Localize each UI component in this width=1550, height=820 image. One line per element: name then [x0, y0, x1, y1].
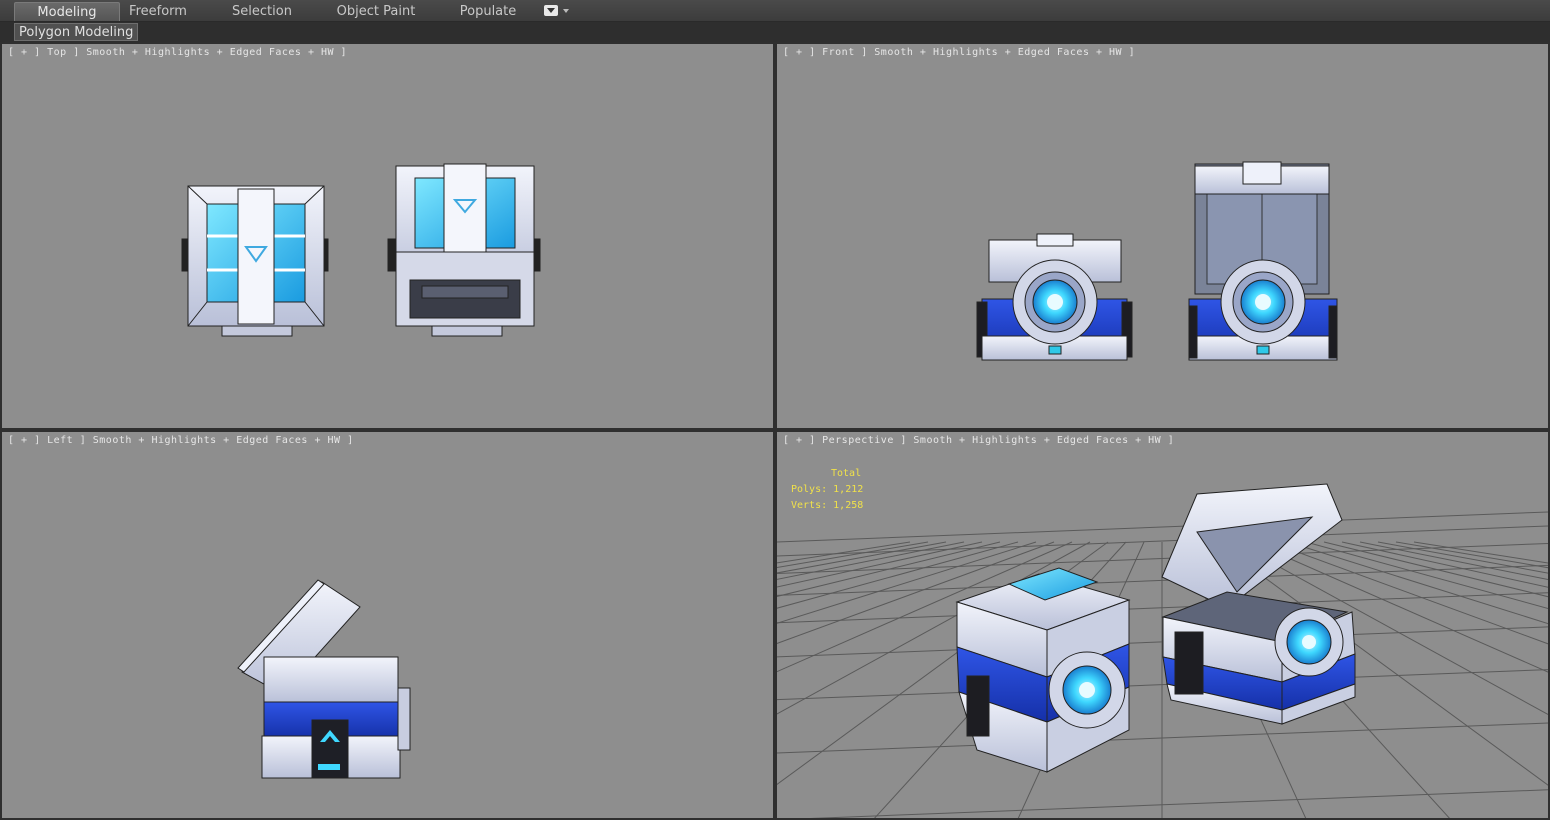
ribbon-options-icon[interactable] — [544, 5, 570, 18]
ground-grid — [777, 511, 1548, 818]
viewport-front[interactable]: [ + ] Front ] Smooth + Highlights + Edge… — [775, 42, 1550, 430]
chest-closed-perspective — [955, 567, 1131, 773]
top-view-scene — [181, 163, 541, 337]
ribbon-tab-bar: Modeling Freeform Selection Object Paint… — [0, 0, 1550, 22]
chest-open-perspective — [1161, 483, 1356, 725]
ribbon-panel: Polygon Modeling — [0, 22, 1550, 42]
viewport-left[interactable]: [ + ] Left ] Smooth + Highlights + Edged… — [0, 430, 775, 820]
chest-side — [237, 579, 411, 779]
tab-freeform[interactable]: Freeform — [118, 2, 198, 21]
perspective-scene — [777, 483, 1548, 818]
left-view-scene — [237, 579, 411, 779]
chest-closed-top — [181, 185, 329, 337]
front-view-scene — [976, 161, 1338, 361]
polygon-modeling-button[interactable]: Polygon Modeling — [14, 23, 139, 41]
viewport-perspective[interactable]: [ + ] Perspective ] Smooth + Highlights … — [775, 430, 1550, 820]
viewport-top[interactable]: [ + ] Top ] Smooth + Highlights + Edged … — [0, 42, 775, 430]
tab-modeling[interactable]: Modeling — [14, 2, 120, 21]
chest-open-top — [387, 163, 541, 337]
tab-object-paint[interactable]: Object Paint — [330, 2, 422, 21]
chest-open-front — [1188, 161, 1338, 361]
chest-closed-front — [976, 233, 1133, 361]
tab-selection[interactable]: Selection — [222, 2, 302, 21]
tab-populate[interactable]: Populate — [448, 2, 528, 21]
